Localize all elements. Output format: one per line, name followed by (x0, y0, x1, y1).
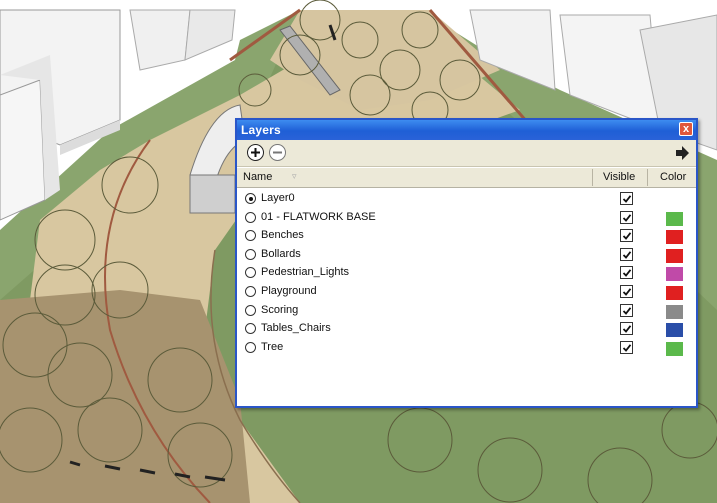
checkmark-icon (622, 288, 632, 296)
column-separator[interactable] (592, 169, 593, 186)
name-column-header[interactable]: Name (243, 171, 272, 183)
checkmark-icon (622, 343, 632, 352)
layers-list: Layer0 01 - FLATWORK BASE Benches Bollards P… (237, 190, 696, 357)
plus-circle-icon (251, 148, 260, 157)
checkmark-icon (622, 269, 632, 278)
layer-row[interactable]: Bollards (237, 246, 696, 265)
visible-checkbox[interactable] (620, 210, 633, 224)
layer-name[interactable]: Bollards (261, 248, 301, 260)
active-layer-radio[interactable] (245, 230, 256, 242)
layer-name[interactable]: Playground (261, 285, 317, 297)
checkmark-icon (622, 213, 632, 222)
layer-name[interactable]: Tree (261, 341, 283, 353)
add-layer-button[interactable] (247, 144, 264, 161)
layer-row[interactable]: Tables_Chairs (237, 320, 696, 339)
checkmark-icon (622, 306, 632, 315)
active-layer-radio[interactable] (245, 248, 256, 260)
layer-name[interactable]: Pedestrian_Lights (261, 266, 349, 278)
visible-checkbox[interactable] (620, 303, 633, 317)
visible-checkbox[interactable] (620, 192, 633, 205)
checkmark-icon (622, 232, 632, 241)
active-layer-radio[interactable] (245, 323, 256, 335)
arrow-right-icon (676, 146, 689, 160)
checkmark-icon (622, 325, 632, 334)
layer-name[interactable]: Scoring (261, 304, 298, 316)
sort-indicator-icon: ▿ (292, 171, 297, 181)
close-button[interactable]: x (679, 122, 693, 136)
checkmark-icon (622, 195, 632, 203)
color-column-header[interactable]: Color (660, 171, 686, 183)
layer-color-swatch[interactable] (666, 341, 683, 356)
active-layer-radio[interactable] (245, 193, 256, 204)
layers-dialog: Layers x Name ▿ Visible Color Layer0 01 … (235, 118, 698, 408)
layer-row[interactable]: Layer0 (237, 190, 696, 209)
visible-checkbox[interactable] (620, 247, 633, 261)
layer-row[interactable]: Scoring (237, 302, 696, 321)
column-separator[interactable] (647, 169, 648, 186)
layer-color-swatch[interactable] (666, 323, 683, 338)
active-layer-radio[interactable] (245, 341, 256, 353)
visible-column-header[interactable]: Visible (603, 171, 635, 183)
visible-checkbox[interactable] (620, 266, 633, 280)
layer-color-swatch[interactable] (666, 211, 683, 226)
layer-color-swatch[interactable] (666, 285, 683, 300)
visible-checkbox[interactable] (620, 229, 633, 243)
active-layer-radio[interactable] (245, 267, 256, 279)
layer-row[interactable]: Benches (237, 227, 696, 246)
layer-row[interactable]: Tree (237, 339, 696, 358)
active-layer-radio[interactable] (245, 304, 256, 316)
layer-color-swatch[interactable] (666, 267, 683, 282)
active-layer-radio[interactable] (245, 211, 256, 223)
layer-row[interactable]: 01 - FLATWORK BASE (237, 209, 696, 228)
layer-name[interactable]: Benches (261, 229, 304, 241)
layer-name[interactable]: 01 - FLATWORK BASE (261, 211, 376, 223)
layer-color-swatch[interactable] (666, 304, 683, 319)
dialog-title: Layers (241, 123, 281, 137)
sketchup-viewport[interactable]: Layers x Name ▿ Visible Color Layer0 01 … (0, 0, 717, 503)
close-icon: x (682, 123, 690, 135)
layer-color-swatch[interactable] (666, 248, 683, 263)
layers-toolbar (237, 140, 696, 167)
layers-titlebar[interactable]: Layers (237, 120, 696, 140)
layer-color-swatch[interactable] (666, 230, 683, 245)
layer-name[interactable]: Layer0 (261, 192, 295, 204)
layer-name[interactable]: Tables_Chairs (261, 322, 331, 334)
layers-table-header: Name ▿ Visible Color (237, 168, 696, 188)
layer-row[interactable]: Pedestrian_Lights (237, 264, 696, 283)
minus-circle-icon (273, 151, 282, 154)
layer-row[interactable]: Playground (237, 283, 696, 302)
active-layer-radio[interactable] (245, 285, 256, 297)
checkmark-icon (622, 251, 632, 259)
visible-checkbox[interactable] (620, 322, 633, 336)
visible-checkbox[interactable] (620, 284, 633, 298)
visible-checkbox[interactable] (620, 340, 633, 354)
details-arrow-button[interactable] (674, 144, 690, 162)
delete-layer-button[interactable] (269, 144, 286, 161)
